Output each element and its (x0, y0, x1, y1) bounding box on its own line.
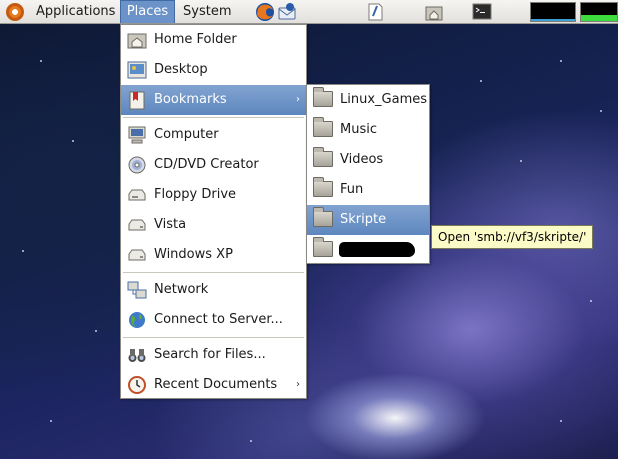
home-folder-icon[interactable] (423, 1, 447, 23)
thunderbird-icon[interactable] (276, 1, 300, 23)
places-menu[interactable]: Places (120, 0, 175, 23)
menu-item-floppy-drive[interactable]: Floppy Drive (121, 180, 306, 210)
places-dropdown: Home Folder Desktop Bookmarks › Computer… (120, 24, 307, 399)
menu-item-cd-dvd-creator[interactable]: CD/DVD Creator (121, 150, 306, 180)
globe-icon (127, 310, 147, 330)
text-editor-icon[interactable] (364, 1, 388, 23)
menu-item-connect-to-server[interactable]: Connect to Server... (121, 305, 306, 335)
system-monitor-graph (531, 19, 575, 21)
bookmark-item-skripte[interactable]: Skripte (307, 205, 429, 235)
bookmark-tooltip: Open 'smb://vf3/skripte/' (431, 225, 594, 249)
folder-icon (313, 87, 333, 107)
folder-icon (313, 117, 333, 137)
home-folder-icon (127, 30, 147, 50)
menu-separator (123, 272, 304, 274)
bookmark-item-linux-games[interactable]: Linux_Games (307, 85, 429, 115)
network-monitor[interactable] (580, 2, 618, 22)
bookmarks-icon (127, 90, 147, 110)
bookmarks-submenu: Linux_Games Music Videos Fun Skripte (306, 84, 430, 264)
top-panel: Applications Places System (0, 0, 618, 24)
menu-separator (123, 337, 304, 339)
system-menu[interactable]: System (183, 0, 231, 24)
drive-icon (127, 215, 147, 235)
menu-separator (123, 117, 304, 119)
folder-icon (313, 177, 333, 197)
menu-item-vista[interactable]: Vista (121, 210, 306, 240)
system-monitor[interactable] (530, 2, 576, 22)
folder-icon (313, 147, 333, 167)
menu-item-desktop[interactable]: Desktop (121, 55, 306, 85)
menu-item-computer[interactable]: Computer (121, 120, 306, 150)
bookmark-item-music[interactable]: Music (307, 115, 429, 145)
chevron-right-icon: › (296, 94, 300, 105)
terminal-icon[interactable] (471, 1, 495, 23)
folder-icon (313, 237, 333, 257)
ubuntu-logo-icon[interactable] (6, 3, 24, 21)
drive-icon (127, 245, 147, 265)
bookmark-item-videos[interactable]: Videos (307, 145, 429, 175)
network-monitor-graph (581, 14, 617, 21)
bookmark-item-fun[interactable]: Fun (307, 175, 429, 205)
desktop-icon (127, 60, 147, 80)
cd-dvd-icon (127, 155, 147, 175)
bookmark-item-redacted[interactable] (307, 235, 429, 265)
menu-item-search-for-files[interactable]: Search for Files... (121, 340, 306, 370)
recent-documents-icon (127, 375, 147, 395)
computer-icon (127, 125, 147, 145)
menu-item-windows-xp[interactable]: Windows XP (121, 240, 306, 270)
applications-menu[interactable]: Applications (36, 0, 115, 24)
chevron-right-icon: › (296, 379, 300, 390)
menu-item-bookmarks[interactable]: Bookmarks › (121, 85, 306, 115)
binoculars-icon (127, 345, 147, 365)
redacted-label (339, 242, 415, 257)
floppy-drive-icon (127, 185, 147, 205)
menu-item-recent-documents[interactable]: Recent Documents › (121, 370, 306, 400)
network-icon (127, 280, 147, 300)
menu-item-home-folder[interactable]: Home Folder (121, 25, 306, 55)
menu-item-network[interactable]: Network (121, 275, 306, 305)
folder-icon (313, 207, 333, 227)
firefox-icon[interactable] (254, 1, 278, 23)
